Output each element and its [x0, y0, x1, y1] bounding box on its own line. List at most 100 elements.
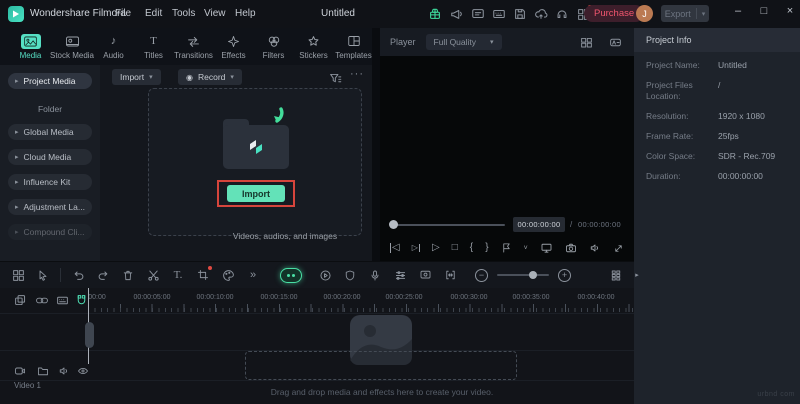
panel-divider[interactable] — [372, 28, 380, 261]
fullscreen-button[interactable] — [613, 243, 624, 254]
record-to-track-icon[interactable] — [13, 364, 27, 378]
record-dropdown[interactable]: ◉ Record ▾ — [178, 69, 242, 85]
delete-icon[interactable] — [120, 267, 136, 283]
render-quality-icon[interactable] — [607, 34, 623, 50]
megaphone-icon[interactable] — [449, 6, 465, 22]
tab-stickers[interactable]: Stickers — [295, 30, 332, 64]
preview-display-button[interactable] — [540, 242, 553, 254]
track-height-icon[interactable] — [608, 267, 624, 283]
close-button[interactable]: × — [781, 5, 799, 17]
feedback-icon[interactable] — [470, 6, 486, 22]
import-button[interactable]: Import — [227, 185, 285, 202]
timeline-scrollbar-thumb[interactable] — [85, 322, 94, 348]
zoom-out-button[interactable]: − — [475, 269, 488, 282]
ai-copilot-icon[interactable] — [280, 268, 302, 283]
timeline-panel: 00:00 00:00:05:00 00:00:10:00 00:00:15:0… — [0, 288, 634, 404]
filter-icon[interactable] — [328, 71, 342, 85]
timeline-drop-zone[interactable] — [245, 351, 517, 380]
info-row-project-name: Project Name:Untitled — [646, 60, 792, 71]
text-tool-icon[interactable]: T. — [170, 267, 186, 283]
track-height-caret-icon[interactable]: ▸ — [629, 267, 645, 283]
project-title: Untitled — [321, 8, 355, 19]
add-marker-icon[interactable] — [13, 293, 28, 308]
minimize-button[interactable]: – — [729, 5, 747, 17]
transitions-icon — [184, 34, 204, 49]
menu-tools[interactable]: Tools — [172, 8, 195, 19]
menu-edit[interactable]: Edit — [145, 8, 162, 19]
quality-select[interactable]: Full Quality ▾ — [426, 34, 502, 50]
more-tools-icon[interactable]: » — [245, 267, 261, 283]
track-mute-icon[interactable] — [57, 364, 71, 378]
keyboard-icon[interactable] — [55, 293, 70, 308]
sidebar-item-cloud-media[interactable]: ▸ Cloud Media — [8, 149, 92, 165]
volume-button[interactable] — [589, 242, 601, 254]
save-icon[interactable] — [512, 6, 528, 22]
audio-mixer-icon[interactable] — [392, 267, 408, 283]
zoom-slider-handle[interactable] — [529, 271, 537, 279]
split-scissors-icon[interactable] — [145, 267, 161, 283]
magnet-snap-icon[interactable] — [74, 293, 89, 308]
import-drop-zone[interactable]: Import Videos, audios, and images — [148, 88, 362, 236]
mask-shield-icon[interactable] — [342, 267, 358, 283]
zoom-in-button[interactable]: + — [558, 269, 571, 282]
undo-icon[interactable] — [70, 267, 86, 283]
select-tool-icon[interactable] — [35, 267, 51, 283]
gift-icon[interactable] — [427, 6, 443, 22]
screen-record-icon[interactable] — [417, 267, 433, 283]
tab-transitions[interactable]: Transitions — [175, 30, 212, 64]
timeline-zoom-slider[interactable] — [497, 274, 549, 276]
tab-stock-media[interactable]: Stock Media — [52, 30, 92, 64]
track-visibility-icon[interactable] — [76, 364, 90, 378]
export-divider — [696, 8, 697, 19]
sidebar-item-influence-kit[interactable]: ▸ Influence Kit — [8, 174, 92, 190]
marker-caret-icon[interactable]: ˅ — [524, 245, 528, 252]
sidebar-item-adjustment-layer[interactable]: ▸ Adjustment La... — [8, 199, 92, 215]
tab-effects[interactable]: Effects — [215, 30, 252, 64]
import-folder-icon — [223, 119, 289, 171]
sidebar-item-project-media[interactable]: ▸ Project Media — [8, 73, 92, 89]
tab-filters[interactable]: Filters — [255, 30, 292, 64]
mark-out-button[interactable]: } — [485, 243, 488, 253]
layout-grid-icon[interactable] — [10, 267, 26, 283]
scrubber-handle[interactable] — [389, 220, 398, 229]
multiview-icon[interactable] — [578, 34, 594, 50]
maximize-button[interactable]: □ — [755, 5, 773, 17]
auto-ripple-icon[interactable] — [34, 293, 49, 308]
redo-icon[interactable] — [95, 267, 111, 283]
marker-button[interactable] — [501, 242, 512, 254]
tab-media[interactable]: Media — [12, 30, 49, 64]
menu-file[interactable]: File — [115, 8, 131, 19]
snapshot-button[interactable] — [565, 242, 577, 254]
cloud-upload-icon[interactable] — [533, 6, 549, 22]
color-palette-icon[interactable] — [220, 267, 236, 283]
stickers-icon — [304, 34, 324, 49]
avatar[interactable]: J — [636, 5, 653, 22]
crop-icon[interactable] — [195, 267, 211, 283]
more-options-icon[interactable]: ··· — [350, 68, 364, 80]
sidebar-item-compound-clip[interactable]: ▸ Compound Cli... — [8, 224, 92, 240]
tab-templates[interactable]: Templates — [335, 30, 372, 64]
export-button[interactable]: Export ▾ — [661, 5, 709, 22]
import-dropdown[interactable]: Import ▾ — [112, 69, 161, 85]
render-preview-icon[interactable] — [317, 267, 333, 283]
notification-icon[interactable] — [554, 6, 570, 22]
info-row-duration: Duration:00:00:00:00 — [646, 171, 792, 182]
menu-help[interactable]: Help — [235, 8, 256, 19]
mark-in-button[interactable]: { — [470, 243, 473, 253]
tab-titles[interactable]: T Titles — [135, 30, 172, 64]
fit-timeline-icon[interactable] — [442, 267, 458, 283]
sidebar-item-global-media[interactable]: ▸ Global Media — [8, 124, 92, 140]
player-scrubber[interactable]: 00:00:00:00 / 00:00:00:00 — [380, 215, 634, 235]
watermark: urbnd com — [757, 391, 795, 398]
tab-audio[interactable]: ♪ Audio — [95, 30, 132, 64]
menu-view[interactable]: View — [204, 8, 226, 19]
shortcut-panel-icon[interactable] — [491, 6, 507, 22]
next-frame-button[interactable]: ▷ — [412, 244, 420, 252]
voiceover-mic-icon[interactable] — [367, 267, 383, 283]
track-folder-icon[interactable] — [36, 364, 50, 378]
player-title: Player — [390, 37, 416, 47]
scrubber-track[interactable] — [392, 224, 505, 226]
play-button[interactable]: ▷ — [432, 243, 440, 253]
stop-button[interactable]: □ — [452, 243, 458, 253]
previous-frame-button[interactable]: ◁ — [390, 243, 400, 253]
